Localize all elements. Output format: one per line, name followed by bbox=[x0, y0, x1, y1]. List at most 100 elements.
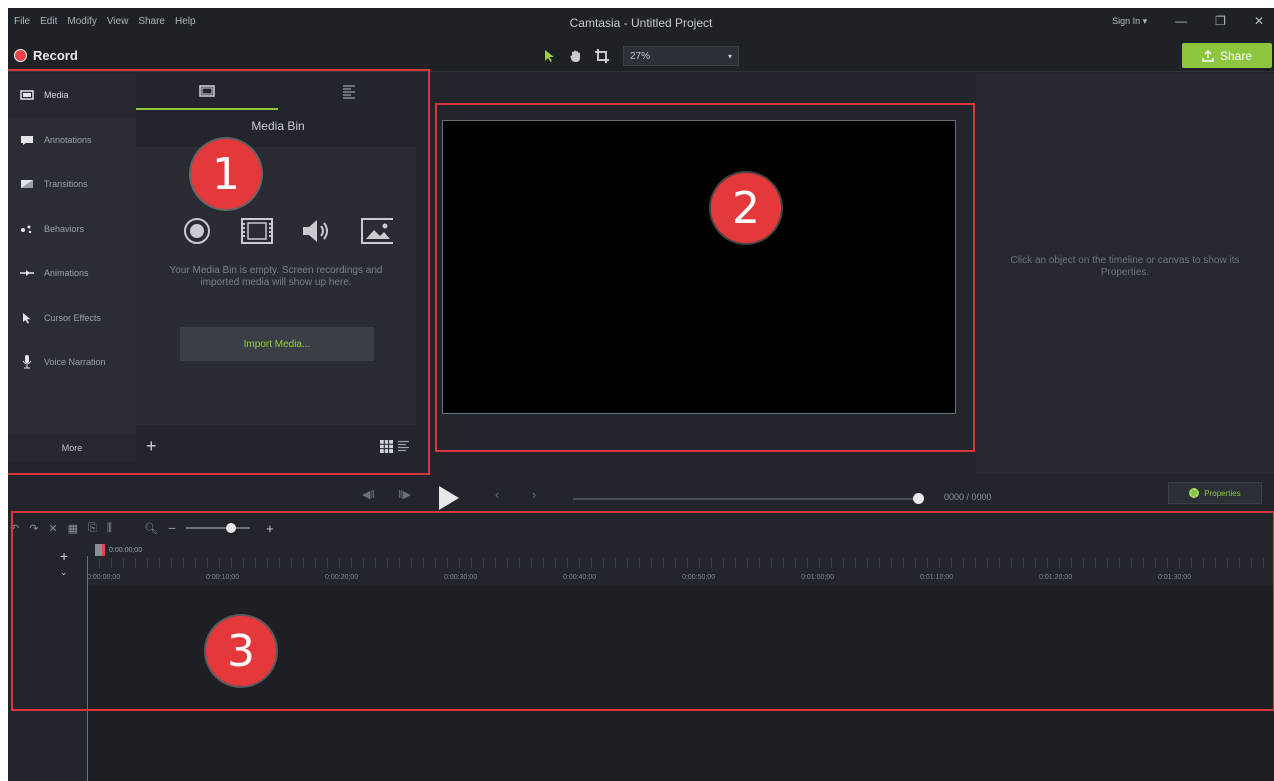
record-screen-icon bbox=[181, 217, 213, 245]
close-button[interactable]: ✕ bbox=[1254, 14, 1264, 28]
title-bar: File Edit Modify View Share Help Camtasi… bbox=[8, 8, 1274, 38]
tick-label: 0:01:20;00 bbox=[1039, 574, 1073, 581]
split-icon[interactable]: ⫼ bbox=[107, 522, 112, 535]
playhead-time: 0:00:00;00 bbox=[109, 546, 143, 554]
playback-controls: ◀‖ ‖▶ ‹ › 0000 / 0000 Properties bbox=[8, 474, 1274, 512]
scrubber-track[interactable] bbox=[573, 498, 919, 500]
sidebar-item-label: Animations bbox=[44, 268, 89, 279]
menu-bar: File Edit Modify View Share Help bbox=[14, 16, 196, 27]
sidebar-item-annotations[interactable]: Annotations bbox=[8, 118, 136, 163]
search-zoom-icon[interactable]: 🔍︎ bbox=[144, 522, 158, 535]
cursor-effects-icon bbox=[20, 312, 34, 324]
pan-hand-icon[interactable] bbox=[567, 47, 585, 65]
menu-view[interactable]: View bbox=[107, 16, 129, 27]
step-forward-icon[interactable]: ‖▶ bbox=[398, 488, 411, 501]
media-tabs bbox=[136, 73, 420, 110]
library-list-icon bbox=[343, 84, 355, 99]
scrubber-handle[interactable] bbox=[913, 493, 924, 504]
menu-modify[interactable]: Modify bbox=[67, 16, 96, 27]
media-icon bbox=[20, 90, 34, 101]
sidebar-item-label: Voice Narration bbox=[44, 357, 106, 368]
previous-icon[interactable]: ‹ bbox=[495, 487, 499, 502]
ruler-ticks bbox=[87, 558, 1274, 568]
cut-icon[interactable]: ✕ bbox=[48, 522, 57, 535]
crop-icon[interactable] bbox=[593, 47, 611, 65]
sidebar-item-label: Behaviors bbox=[44, 223, 85, 234]
menu-share[interactable]: Share bbox=[138, 16, 165, 27]
more-button[interactable]: More bbox=[8, 434, 136, 461]
menu-file[interactable]: File bbox=[14, 16, 30, 27]
main-toolbar: Record 27% ▾ Share bbox=[8, 38, 1274, 72]
timeline: ↶ ↷ ✕ ▦ ⎘ ⫼ 🔍︎ − + + ⌄ 0:00:00;00 0:00:0… bbox=[8, 514, 1274, 781]
minimize-button[interactable]: — bbox=[1175, 14, 1187, 28]
tab-library[interactable] bbox=[278, 73, 420, 110]
sidebar-item-voice-narration[interactable]: Voice Narration bbox=[8, 340, 136, 385]
select-arrow-icon[interactable] bbox=[541, 47, 559, 65]
add-icon[interactable]: + bbox=[146, 436, 157, 457]
redo-icon[interactable]: ↷ bbox=[29, 522, 38, 535]
sign-in-button[interactable]: Sign In ▾ bbox=[1112, 16, 1147, 27]
list-view-icon[interactable] bbox=[397, 440, 410, 453]
playhead[interactable]: 0:00:00;00 bbox=[95, 544, 142, 556]
sidebar-item-label: Annotations bbox=[44, 134, 92, 145]
sidebar-item-media[interactable]: Media bbox=[8, 73, 136, 118]
sidebar-item-behaviors[interactable]: Behaviors bbox=[8, 207, 136, 252]
sidebar-item-transitions[interactable]: Transitions bbox=[8, 162, 136, 207]
import-media-button[interactable]: Import Media... bbox=[180, 327, 374, 361]
media-bin-empty-text: Your Media Bin is empty. Screen recordin… bbox=[169, 265, 383, 288]
tab-media-bin[interactable] bbox=[136, 73, 278, 110]
record-dot-icon bbox=[14, 49, 27, 62]
preview-canvas[interactable] bbox=[442, 120, 956, 414]
undo-icon[interactable]: ↶ bbox=[10, 522, 19, 535]
chevron-down-icon[interactable]: ⌄ bbox=[60, 567, 68, 578]
add-track-icon[interactable]: + bbox=[60, 548, 68, 564]
media-bin-area: Your Media Bin is empty. Screen recordin… bbox=[136, 147, 416, 425]
media-bin-title: Media Bin bbox=[251, 119, 305, 133]
behaviors-icon bbox=[20, 223, 34, 234]
menu-edit[interactable]: Edit bbox=[40, 16, 57, 27]
copy-icon[interactable]: ▦ bbox=[68, 522, 78, 535]
annotations-icon bbox=[20, 134, 34, 145]
playhead-handle[interactable] bbox=[95, 544, 105, 556]
sidebar-item-label: Media bbox=[44, 90, 69, 101]
tick-label: 0:00:30;00 bbox=[444, 574, 478, 581]
tick-label: 0:00:10;00 bbox=[206, 574, 240, 581]
step-back-icon[interactable]: ◀‖ bbox=[362, 488, 375, 501]
media-bin-footer: + bbox=[136, 431, 420, 461]
window-title: Camtasia - Untitled Project bbox=[569, 16, 713, 30]
properties-button[interactable]: Properties bbox=[1168, 482, 1262, 504]
sidebar-item-animations[interactable]: Animations bbox=[8, 251, 136, 296]
paste-icon[interactable]: ⎘ bbox=[88, 522, 97, 535]
tick-label: 0:00:40;00 bbox=[563, 574, 597, 581]
share-button[interactable]: Share bbox=[1182, 43, 1272, 68]
timeline-zoom-handle[interactable] bbox=[226, 523, 237, 533]
canvas-area bbox=[436, 108, 972, 446]
timeline-ruler[interactable]: 0:00:00;00 0:00:00;00 0:00:10;00 0:00:20… bbox=[87, 542, 1274, 586]
camtasia-window: File Edit Modify View Share Help Camtasi… bbox=[8, 8, 1274, 781]
canvas-tools: 27% ▾ bbox=[541, 46, 739, 66]
properties-hint: Click an object on the timeline or canva… bbox=[1010, 255, 1240, 278]
tools-sidebar: Media Annotations Transitions Behaviors … bbox=[8, 73, 136, 461]
image-icon bbox=[361, 217, 393, 245]
restore-button[interactable]: ❐ bbox=[1215, 14, 1226, 28]
grid-view-icon[interactable] bbox=[380, 439, 393, 453]
tracks-area[interactable] bbox=[87, 586, 1274, 781]
sidebar-item-cursor-effects[interactable]: Cursor Effects bbox=[8, 296, 136, 341]
microphone-icon bbox=[20, 355, 34, 369]
upload-icon bbox=[1202, 49, 1214, 62]
zoom-out-icon[interactable]: − bbox=[168, 520, 176, 536]
view-toggle bbox=[380, 439, 410, 453]
tick-label: 0:01:10;00 bbox=[920, 574, 954, 581]
media-bin-panel: Media Bin Your Media Bin is empty. Scree… bbox=[136, 73, 420, 461]
play-button[interactable] bbox=[439, 486, 459, 510]
chevron-down-icon: ▾ bbox=[727, 51, 732, 61]
zoom-dropdown[interactable]: 27% ▾ bbox=[623, 46, 739, 66]
tick-label: 0:01:00;00 bbox=[801, 574, 835, 581]
record-button[interactable]: Record bbox=[14, 48, 78, 63]
next-icon[interactable]: › bbox=[532, 487, 536, 502]
timeline-zoom-slider[interactable] bbox=[186, 523, 251, 533]
zoom-in-icon[interactable]: + bbox=[266, 521, 274, 536]
menu-help[interactable]: Help bbox=[175, 16, 196, 27]
share-label: Share bbox=[1219, 48, 1253, 63]
animations-icon bbox=[20, 268, 34, 279]
